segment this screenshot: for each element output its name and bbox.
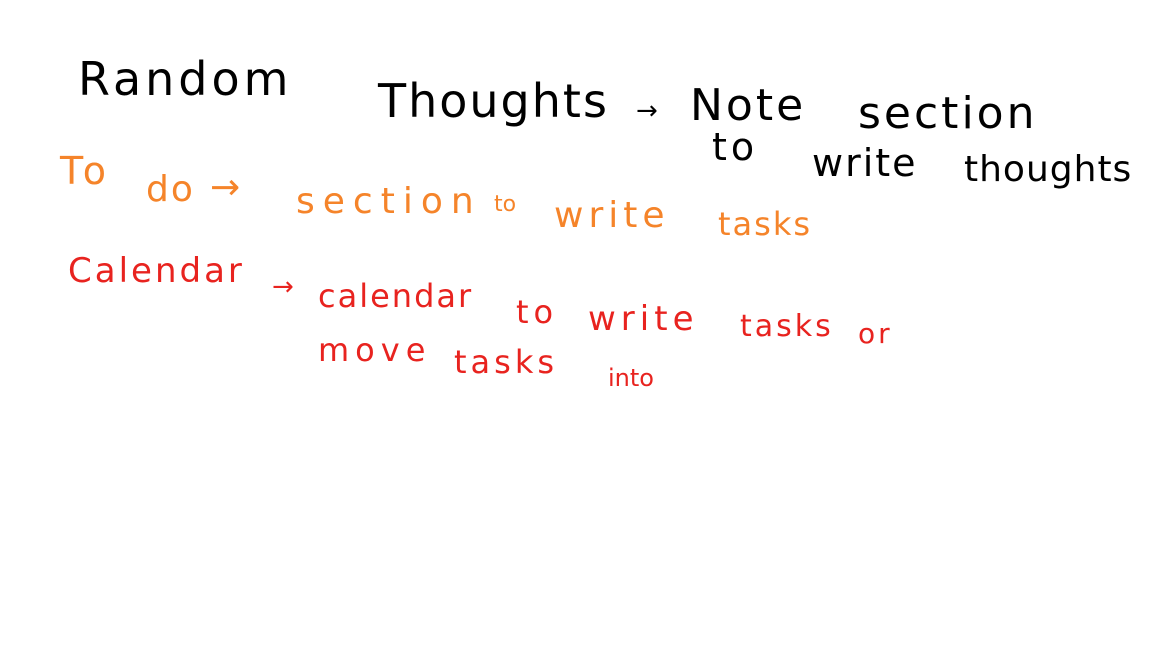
note-word: Note [690,80,807,131]
calendar-word: calendar [318,277,474,315]
to-do-heading-word-1: To [60,149,113,193]
or-word: or [858,317,893,350]
section-word: section [296,181,482,222]
thoughts-word: thoughts [964,149,1133,190]
write-word: write [554,195,670,236]
to-do-heading-word-2: do [146,169,195,210]
write-word: write [588,299,699,339]
arrow-icon: → [272,272,294,302]
section-word: section [858,88,1038,139]
drawing-canvas: Random Thoughts → Note section to write … [0,0,1152,648]
write-word: write [812,141,918,185]
arrow-icon: → [210,167,241,208]
to-word: to [494,192,517,217]
to-word: to [516,293,559,331]
arrow-icon: → [636,96,658,126]
move-word: move [318,331,432,369]
into-word: into [608,364,654,392]
random-thoughts-heading-word-1: Random [78,52,293,106]
calendar-heading: Calendar [68,251,245,291]
to-word: to [712,125,759,169]
tasks-word: tasks [718,205,813,243]
random-thoughts-heading-word-2: Thoughts [378,74,609,128]
tasks-word: tasks [740,309,834,344]
tasks-word: tasks [454,343,559,381]
